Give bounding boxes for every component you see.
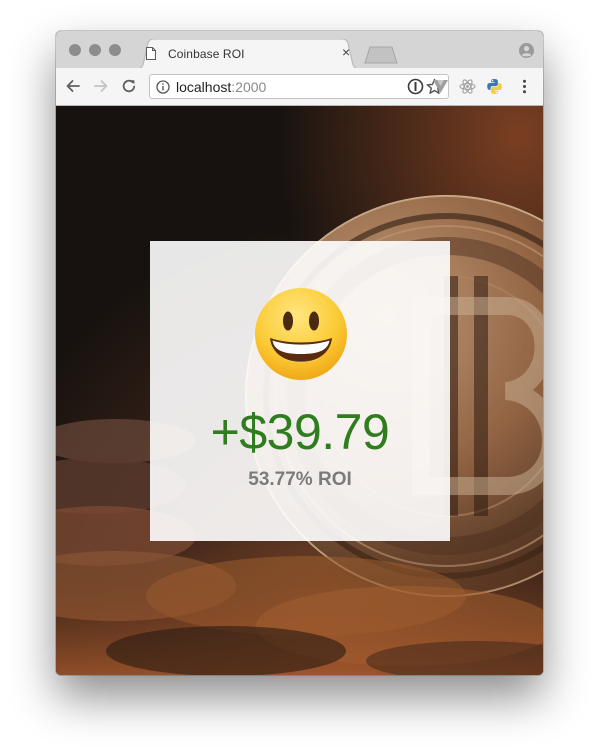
- profile-icon[interactable]: [519, 43, 534, 58]
- tab-close-icon[interactable]: ×: [342, 44, 350, 60]
- url-text[interactable]: localhost:2000: [176, 79, 266, 95]
- reload-icon[interactable]: [121, 78, 137, 94]
- close-window-button[interactable]: [69, 44, 81, 56]
- browser-window: Coinbase ROI × localhost:2000 +$39.79 53…: [56, 31, 543, 675]
- python-extension-icon[interactable]: [486, 78, 503, 95]
- page-viewport: +$39.79 53.77% ROI: [56, 106, 543, 675]
- new-tab-button[interactable]: [364, 46, 398, 64]
- grinning-face-icon: [255, 288, 347, 380]
- document-icon: [146, 47, 156, 60]
- url-port: :2000: [231, 79, 267, 95]
- react-devtools-icon[interactable]: [459, 78, 476, 95]
- zoom-window-button[interactable]: [109, 44, 121, 56]
- roi-gain-amount: +$39.79: [210, 404, 390, 460]
- tab-strip: Coinbase ROI ×: [56, 31, 543, 69]
- url-host: localhost: [176, 79, 232, 95]
- browser-toolbar: localhost:2000: [56, 68, 543, 106]
- roi-percentage: 53.77% ROI: [248, 469, 352, 490]
- back-arrow-icon[interactable]: [65, 78, 81, 94]
- tab-coinbase-roi[interactable]: Coinbase ROI ×: [136, 39, 360, 69]
- tab-title: Coinbase ROI: [168, 47, 245, 61]
- roi-card: +$39.79 53.77% ROI: [150, 241, 450, 541]
- address-bar[interactable]: localhost:2000: [149, 74, 449, 99]
- info-icon[interactable]: [156, 80, 170, 94]
- forward-arrow-icon[interactable]: [93, 78, 109, 94]
- password-extension-icon[interactable]: [407, 78, 424, 95]
- minimize-window-button[interactable]: [89, 44, 101, 56]
- menu-dots-icon[interactable]: [516, 78, 533, 95]
- vue-devtools-icon[interactable]: [432, 78, 449, 95]
